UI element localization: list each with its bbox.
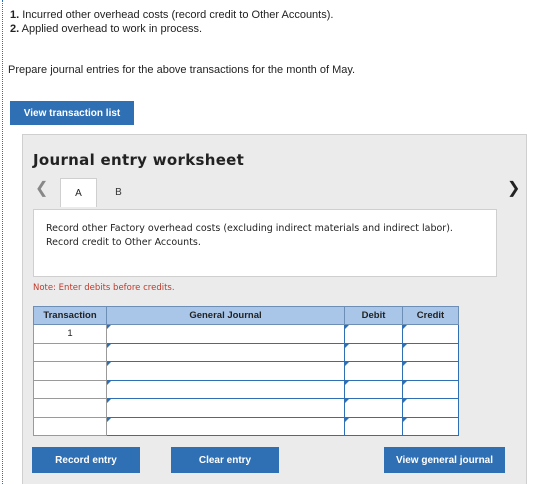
transaction-cell: [33, 416, 107, 436]
journal-table: Transaction General Journal Debit Credit…: [33, 306, 459, 436]
left-dotted-rule: [2, 0, 3, 484]
account-input[interactable]: [106, 398, 345, 418]
credit-input[interactable]: [402, 398, 459, 418]
account-input[interactable]: [106, 324, 345, 344]
tab-b[interactable]: B: [100, 178, 137, 206]
transaction-cell: 1: [33, 324, 107, 344]
credit-input[interactable]: [402, 361, 459, 381]
view-general-journal-button[interactable]: View general journal: [384, 447, 505, 473]
table-row: [33, 416, 459, 436]
debit-input[interactable]: [344, 324, 403, 344]
transaction-description: Record other Factory overhead costs (exc…: [33, 209, 497, 277]
header-general-journal: General Journal: [106, 306, 345, 325]
clear-entry-button[interactable]: Clear entry: [171, 447, 279, 473]
credit-input[interactable]: [402, 342, 459, 362]
chevron-right-icon[interactable]: ❯: [507, 181, 520, 197]
table-row: [33, 361, 459, 381]
worksheet-title: Journal entry worksheet: [33, 151, 245, 169]
journal-entry-worksheet: Journal entry worksheet ❮ A B ❯ Record o…: [22, 134, 527, 484]
table-row: [33, 398, 459, 418]
transaction-cell: [33, 361, 107, 381]
credit-input[interactable]: [402, 416, 459, 436]
debit-input[interactable]: [344, 379, 403, 399]
question-prompt: Prepare journal entries for the above tr…: [8, 64, 356, 76]
step-1: 1. Incurred other overhead costs (record…: [10, 9, 334, 21]
step-2: 2. Applied overhead to work in process.: [10, 23, 203, 35]
account-input[interactable]: [106, 416, 345, 436]
record-entry-button[interactable]: Record entry: [32, 447, 140, 473]
transaction-cell: [33, 398, 107, 418]
entry-note: Note: Enter debits before credits.: [33, 283, 175, 293]
header-transaction: Transaction: [33, 306, 107, 325]
account-input[interactable]: [106, 361, 345, 381]
tab-a[interactable]: A: [60, 178, 97, 207]
credit-input[interactable]: [402, 324, 459, 344]
chevron-left-icon[interactable]: ❮: [35, 181, 48, 197]
transaction-steps: 1. Incurred other overhead costs (record…: [10, 8, 333, 36]
account-input[interactable]: [106, 342, 345, 362]
credit-input[interactable]: [402, 379, 459, 399]
header-credit: Credit: [402, 306, 459, 325]
debit-input[interactable]: [344, 416, 403, 436]
debit-input[interactable]: [344, 361, 403, 381]
table-row: 1: [33, 324, 459, 344]
transaction-cell: [33, 342, 107, 362]
view-transaction-list-button[interactable]: View transaction list: [10, 101, 134, 125]
debit-input[interactable]: [344, 342, 403, 362]
header-debit: Debit: [344, 306, 403, 325]
account-input[interactable]: [106, 379, 345, 399]
debit-input[interactable]: [344, 398, 403, 418]
table-row: [33, 342, 459, 362]
table-header-row: Transaction General Journal Debit Credit: [33, 306, 459, 325]
transaction-cell: [33, 379, 107, 399]
table-row: [33, 379, 459, 399]
